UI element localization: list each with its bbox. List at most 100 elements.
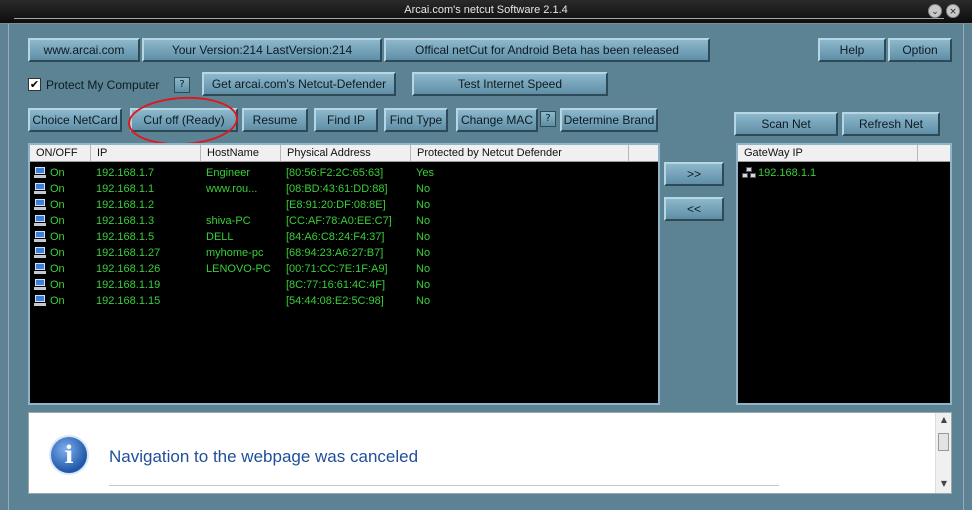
row-mac: [CC:AF:78:A0:EE:C7] xyxy=(286,215,392,227)
row-protected: No xyxy=(416,183,431,195)
help-button[interactable]: Help xyxy=(818,38,886,62)
col-header-mac[interactable]: Physical Address xyxy=(281,145,411,162)
col-header-hostname[interactable]: HostName xyxy=(201,145,281,162)
col-header-onoff[interactable]: ON/OFF xyxy=(30,145,91,162)
row-ip: 192.168.1.7 xyxy=(96,167,155,179)
protect-label: Protect My Computer xyxy=(46,78,160,92)
android-news-button[interactable]: Offical netCut for Android Beta has been… xyxy=(384,38,710,62)
row-mac: [E8:91:20:DF:08:8E] xyxy=(286,199,386,211)
row-ip: 192.168.1.19 xyxy=(96,279,161,291)
row-hostname: myhome-pc xyxy=(206,247,264,259)
resume-button[interactable]: Resume xyxy=(242,108,308,132)
gateway-header-blank xyxy=(918,145,950,162)
scroll-up-icon[interactable]: ▲ xyxy=(936,415,952,429)
gateway-row[interactable]: 192.168.1.1 xyxy=(738,165,950,181)
row-ip: 192.168.1.5 xyxy=(96,231,155,243)
row-protected: No xyxy=(416,247,431,259)
row-hostname: www.rou... xyxy=(206,183,258,195)
row-state: On xyxy=(50,231,65,243)
row-protected: No xyxy=(416,263,431,275)
option-button[interactable]: Option xyxy=(888,38,952,62)
col-header-ip[interactable]: IP xyxy=(91,145,201,162)
get-defender-button[interactable]: Get arcai.com's Netcut-Defender xyxy=(202,72,396,96)
navigation-message: Navigation to the webpage was canceled xyxy=(109,447,419,466)
table-row[interactable]: On 192.168.1.15 [54:44:08:E2:5C:98] No xyxy=(30,293,658,309)
row-ip: 192.168.1.27 xyxy=(96,247,161,259)
move-back-button[interactable]: << xyxy=(664,197,724,221)
speed-test-button[interactable]: Test Internet Speed xyxy=(412,72,608,96)
protect-help-button[interactable]: ? xyxy=(174,77,190,93)
table-row[interactable]: On 192.168.1.19 [8C:77:16:61:4C:4F] No xyxy=(30,277,658,293)
row-mac: [84:A6:C8:24:F4:37] xyxy=(286,231,385,243)
row-mac: [54:44:08:E2:5C:98] xyxy=(286,295,384,307)
row-hostname: Engineer xyxy=(206,167,251,179)
row-ip: 192.168.1.15 xyxy=(96,295,161,307)
protect-checkbox[interactable]: ✔ xyxy=(28,78,41,91)
determine-brand-button[interactable]: Determine Brand xyxy=(560,108,658,132)
host-table[interactable]: ON/OFF IP HostName Physical Address Prot… xyxy=(28,143,660,405)
website-button[interactable]: www.arcai.com xyxy=(28,38,140,62)
computer-icon xyxy=(34,183,46,194)
scroll-down-icon[interactable]: ▼ xyxy=(936,479,952,493)
router-icon xyxy=(742,167,756,179)
row-mac: [8C:77:16:61:4C:4F] xyxy=(286,279,386,291)
minimize-icon[interactable]: ⌄ xyxy=(928,4,942,18)
computer-icon xyxy=(34,279,46,290)
row-ip: 192.168.1.3 xyxy=(96,215,155,227)
find-ip-button[interactable]: Find IP xyxy=(314,108,378,132)
row-ip: 192.168.1.2 xyxy=(96,199,155,211)
col-header-protected[interactable]: Protected by Netcut Defender xyxy=(411,145,629,162)
move-to-gateway-button[interactable]: >> xyxy=(664,162,724,186)
table-row[interactable]: On 192.168.1.1 www.rou... [08:BD:43:61:D… xyxy=(30,181,658,197)
row-mac: [00:71:CC:7E:1F:A9] xyxy=(286,263,388,275)
row-hostname: DELL xyxy=(206,231,234,243)
computer-icon xyxy=(34,247,46,258)
computer-icon xyxy=(34,231,46,242)
row-protected: No xyxy=(416,231,431,243)
gateway-header[interactable]: GateWay IP xyxy=(738,145,918,162)
row-ip: 192.168.1.1 xyxy=(96,183,155,195)
row-state: On xyxy=(50,167,65,179)
window-title: Arcai.com's netcut Software 2.1.4 xyxy=(404,4,568,16)
row-state: On xyxy=(50,183,65,195)
title-bar-rule xyxy=(14,18,944,19)
choice-netcard-button[interactable]: Choice NetCard xyxy=(28,108,122,132)
table-row[interactable]: On 192.168.1.5 DELL [84:A6:C8:24:F4:37] … xyxy=(30,229,658,245)
computer-icon xyxy=(34,199,46,210)
close-icon[interactable]: × xyxy=(946,4,960,18)
table-row[interactable]: On 192.168.1.27 myhome-pc [68:94:23:A6:2… xyxy=(30,245,658,261)
vertical-scrollbar[interactable]: ▲ ▼ xyxy=(935,413,951,493)
row-mac: [68:94:23:A6:27:B7] xyxy=(286,247,384,259)
row-state: On xyxy=(50,215,65,227)
computer-icon xyxy=(34,263,46,274)
info-icon: i xyxy=(49,435,89,475)
row-ip: 192.168.1.26 xyxy=(96,263,161,275)
gateway-panel[interactable]: GateWay IP 192.168.1.1 xyxy=(736,143,952,405)
divider xyxy=(109,485,779,486)
change-mac-help-button[interactable]: ? xyxy=(540,111,556,127)
row-state: On xyxy=(50,279,65,291)
row-state: On xyxy=(50,199,65,211)
table-row[interactable]: On 192.168.1.26 LENOVO-PC [00:71:CC:7E:1… xyxy=(30,261,658,277)
browser-pane: i Navigation to the webpage was canceled… xyxy=(28,412,952,494)
row-mac: [08:BD:43:61:DD:88] xyxy=(286,183,388,195)
scroll-thumb[interactable] xyxy=(938,433,949,451)
table-row[interactable]: On 192.168.1.2 [E8:91:20:DF:08:8E] No xyxy=(30,197,658,213)
row-hostname: shiva-PC xyxy=(206,215,251,227)
row-state: On xyxy=(50,295,65,307)
computer-icon xyxy=(34,167,46,178)
refresh-net-button[interactable]: Refresh Net xyxy=(842,112,940,136)
row-state: On xyxy=(50,247,65,259)
row-hostname: LENOVO-PC xyxy=(206,263,271,275)
table-row[interactable]: On 192.168.1.3 shiva-PC [CC:AF:78:A0:EE:… xyxy=(30,213,658,229)
gateway-ip: 192.168.1.1 xyxy=(758,167,817,179)
row-state: On xyxy=(50,263,65,275)
table-row[interactable]: On 192.168.1.7 Engineer [80:56:F2:2C:65:… xyxy=(30,165,658,181)
title-bar: Arcai.com's netcut Software 2.1.4 ⌄ × xyxy=(0,0,972,24)
row-protected: No xyxy=(416,215,431,227)
find-type-button[interactable]: Find Type xyxy=(384,108,448,132)
row-protected: Yes xyxy=(416,167,434,179)
scan-net-button[interactable]: Scan Net xyxy=(734,112,838,136)
change-mac-button[interactable]: Change MAC xyxy=(456,108,538,132)
version-button[interactable]: Your Version:214 LastVersion:214 xyxy=(142,38,382,62)
